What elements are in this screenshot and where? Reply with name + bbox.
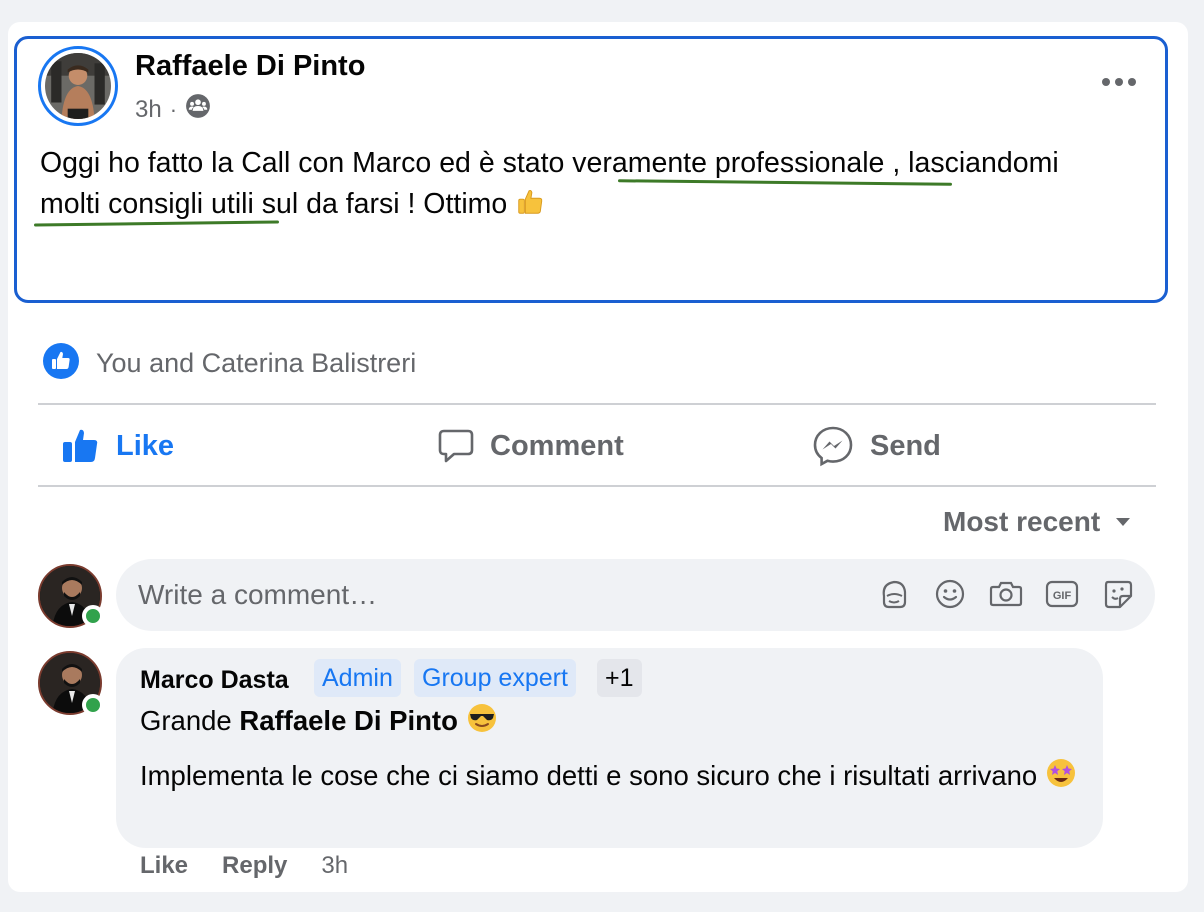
sort-label: Most recent — [943, 506, 1101, 537]
post-author-name[interactable]: Raffaele Di Pinto — [135, 50, 365, 83]
actions-top-divider — [38, 403, 1156, 405]
star-struck-emoji-icon — [1045, 757, 1077, 800]
sunglasses-emoji-icon — [466, 702, 498, 743]
composer-icons: GIF — [877, 577, 1135, 611]
post-text-highlight-1: veramente professionale — [572, 147, 885, 179]
emoji-icon[interactable] — [933, 577, 967, 611]
comment-composer[interactable]: GIF — [116, 559, 1155, 631]
reactions-text[interactable]: You and Caterina Balistreri — [96, 348, 416, 379]
post-body: Oggi ho fatto la Call con Marco ed è sta… — [40, 143, 1150, 229]
badge-admin[interactable]: Admin — [314, 659, 401, 697]
comment-label: Comment — [490, 429, 624, 462]
meta-separator: · — [169, 96, 178, 122]
online-status-dot — [82, 605, 104, 627]
avatar-sticker-icon[interactable] — [877, 577, 911, 611]
post-meta: 3h · — [135, 93, 211, 126]
comment-body: Implementa le cose che ci siamo detti e … — [140, 760, 1038, 791]
camera-icon[interactable] — [989, 577, 1023, 611]
like-reaction-icon — [42, 342, 80, 385]
caret-down-icon — [1116, 518, 1131, 526]
post-text-part-3: sul da farsi ! Ottimo — [253, 188, 516, 220]
comment-mention[interactable]: Raffaele Di Pinto — [239, 705, 458, 736]
comment-greeting: Grande — [140, 705, 240, 736]
more-dots-icon — [1102, 78, 1136, 86]
post-text-part-1: Oggi ho fatto la Call con Marco ed è sta… — [40, 147, 573, 179]
comment-author-name[interactable]: Marco Dasta — [140, 666, 289, 695]
sticker-icon[interactable] — [1101, 577, 1135, 611]
reactions-summary[interactable]: You and Caterina Balistreri — [42, 342, 416, 385]
comment-like-link[interactable]: Like — [140, 852, 188, 880]
comment-bubble-icon — [438, 429, 474, 463]
comment-button[interactable]: Comment — [438, 424, 624, 468]
messenger-icon — [813, 426, 853, 467]
thumbs-up-icon — [63, 429, 98, 462]
send-button[interactable]: Send — [812, 424, 941, 468]
badge-more[interactable]: +1 — [597, 659, 642, 697]
gif-icon[interactable]: GIF — [1045, 577, 1079, 611]
post-text-part-2: , lasciandomi — [884, 147, 1059, 179]
like-label: Like — [116, 429, 175, 462]
comment-input[interactable] — [138, 559, 838, 631]
more-options-button[interactable] — [1098, 64, 1140, 100]
post-time[interactable]: 3h — [135, 96, 162, 124]
post-text-highlight-2: molti consigli utili — [40, 188, 254, 220]
like-button[interactable]: Like — [62, 424, 174, 468]
actions-bottom-divider — [38, 485, 1156, 487]
comment-reply-link[interactable]: Reply — [222, 852, 287, 880]
author-photo — [45, 53, 111, 119]
author-avatar[interactable] — [38, 46, 118, 126]
comment-actions: Like Reply 3h — [140, 852, 348, 880]
badge-group-expert[interactable]: Group expert — [414, 659, 576, 697]
commenter-online-dot — [82, 694, 104, 716]
svg-text:GIF: GIF — [1053, 590, 1072, 602]
thumbs-up-emoji-icon — [515, 187, 545, 229]
audience-group-icon[interactable] — [185, 93, 211, 126]
sort-dropdown[interactable]: Most recent — [943, 506, 1132, 538]
comment-bubble: Marco Dasta Admin Group expert +1 Grande… — [116, 648, 1103, 848]
send-label: Send — [870, 429, 941, 462]
comment-time[interactable]: 3h — [321, 852, 348, 880]
comment-line-2: Implementa le cose che ci siamo detti e … — [140, 756, 1080, 800]
comment-line-1: Grande Raffaele Di Pinto — [140, 702, 498, 743]
